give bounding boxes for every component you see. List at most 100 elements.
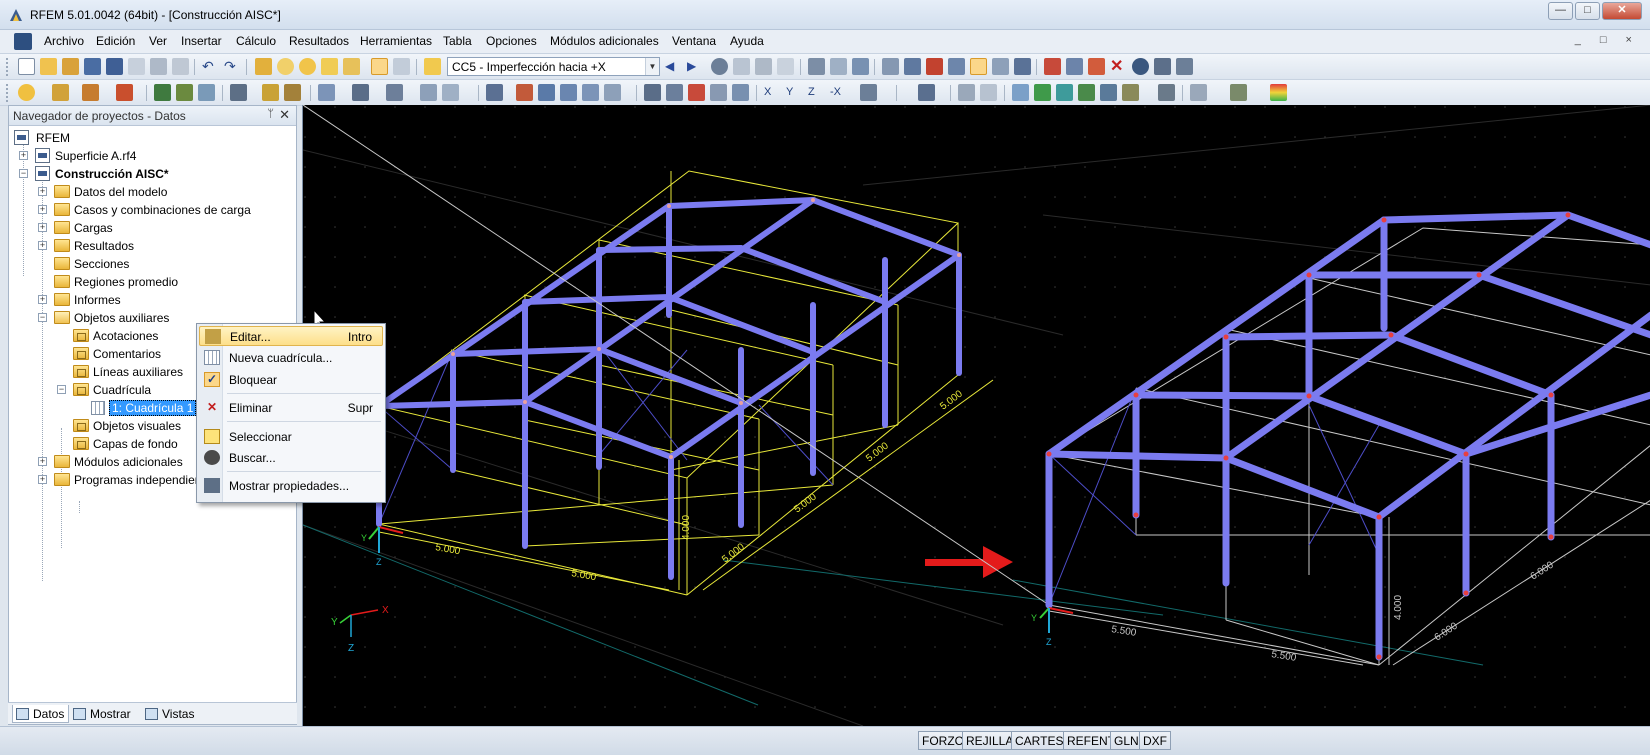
view-x-icon[interactable]: X	[764, 84, 781, 101]
view-y-icon[interactable]: Y	[786, 84, 803, 101]
menu-calculo[interactable]: Cálculo	[236, 34, 276, 48]
divide-icon[interactable]	[486, 84, 503, 101]
load-case-select[interactable]: CC5 - Imperfección hacia +X ▼	[447, 57, 660, 76]
comment-icon[interactable]	[980, 84, 997, 101]
view-search-icon[interactable]	[688, 84, 705, 101]
move-icon[interactable]	[948, 58, 965, 75]
results-icon[interactable]	[321, 58, 338, 75]
collapse-icon[interactable]: −	[38, 313, 47, 322]
grid-display-icon[interactable]	[882, 58, 899, 75]
box-3d-icon[interactable]	[1056, 84, 1073, 101]
mdi-window-controls[interactable]: _ □ ×	[1575, 34, 1640, 46]
load-line-icon[interactable]	[284, 84, 301, 101]
deformation-icon[interactable]	[733, 58, 750, 75]
show-results-icon[interactable]	[711, 58, 728, 75]
work-plane-icon[interactable]	[970, 58, 987, 75]
expand-icon[interactable]: +	[38, 475, 47, 484]
generate-icon[interactable]	[604, 84, 621, 101]
pan-icon[interactable]	[992, 58, 1009, 75]
view-custom-icon[interactable]	[860, 84, 877, 101]
previous-case-icon[interactable]: ◀	[665, 58, 682, 75]
open-file-icon[interactable]	[40, 58, 57, 75]
support-nodal-icon[interactable]	[154, 84, 171, 101]
document-menu-icon[interactable]	[14, 33, 32, 50]
line-icon[interactable]	[52, 84, 69, 101]
expand-icon[interactable]: +	[38, 187, 47, 196]
view-cube-icon[interactable]	[710, 84, 727, 101]
toolbar-grip[interactable]	[6, 84, 9, 102]
next-case-icon[interactable]: ▶	[687, 58, 704, 75]
chevron-down-icon[interactable]: ▼	[645, 58, 659, 75]
expand-icon[interactable]: +	[38, 241, 47, 250]
open-project-icon[interactable]	[62, 58, 79, 75]
save-all-icon[interactable]	[84, 58, 101, 75]
menu-ventana[interactable]: Ventana	[672, 34, 716, 48]
collapse-icon[interactable]: −	[57, 385, 66, 394]
view-z-icon[interactable]: Z	[808, 84, 825, 101]
menu-opciones[interactable]: Opciones	[486, 34, 537, 48]
maximize-button[interactable]: □	[1575, 2, 1600, 20]
graphics-viewport[interactable]: 5.000 5.000 4.000 5.000 5.000 5.000 5.00…	[302, 105, 1650, 726]
color-scale-icon[interactable]	[1270, 84, 1287, 101]
save-icon[interactable]	[106, 58, 123, 75]
pin-icon[interactable]: ᛘ	[267, 108, 274, 120]
list-icon[interactable]	[1190, 84, 1207, 101]
status-toggle-forzc[interactable]: FORZC	[918, 731, 968, 750]
report-icon[interactable]	[343, 58, 360, 75]
menu-herramientas[interactable]: Herramientas	[360, 34, 432, 48]
close-button[interactable]: ✕	[1602, 2, 1642, 20]
truss-icon[interactable]	[560, 84, 577, 101]
menu-ver[interactable]: Ver	[149, 34, 167, 48]
print-report-icon[interactable]	[128, 58, 145, 75]
values-icon[interactable]	[755, 58, 772, 75]
collapse-icon[interactable]: −	[19, 169, 28, 178]
render-icon[interactable]	[1132, 58, 1149, 75]
snap-icon[interactable]	[926, 58, 943, 75]
member-icon[interactable]	[82, 84, 99, 101]
support-icon[interactable]	[1044, 58, 1061, 75]
menu-item-editar[interactable]: Editar... Intro	[199, 326, 383, 346]
table-toggle-icon[interactable]	[393, 58, 410, 75]
nodes-green-icon[interactable]	[1078, 84, 1095, 101]
solid-icon[interactable]	[198, 84, 215, 101]
model-scene[interactable]: 5.000 5.000 4.000 5.000 5.000 5.000 5.00…	[303, 105, 1650, 726]
delete-icon[interactable]: ✕	[1110, 58, 1127, 75]
navigator-toggle-icon[interactable]	[371, 58, 388, 75]
graph-icon[interactable]	[852, 58, 869, 75]
line-green-icon[interactable]	[1100, 84, 1117, 101]
table-icon[interactable]	[1122, 84, 1139, 101]
dimension-icon[interactable]	[958, 84, 975, 101]
print-icon[interactable]	[150, 58, 167, 75]
menu-item-eliminar[interactable]: ✕ Eliminar Supr	[199, 398, 383, 418]
beam-icon[interactable]	[582, 84, 599, 101]
warning-icon[interactable]	[1088, 58, 1105, 75]
status-toggle-gln[interactable]: GLN	[1110, 731, 1143, 750]
brush-icon[interactable]	[1230, 84, 1247, 101]
zoom-window-icon[interactable]	[1014, 58, 1031, 75]
hinge-member-icon[interactable]	[176, 84, 193, 101]
cut-icon[interactable]	[352, 84, 369, 101]
new-file-icon[interactable]	[18, 58, 35, 75]
menu-item-seleccionar[interactable]: Seleccionar	[199, 427, 383, 447]
frame-icon[interactable]	[538, 84, 555, 101]
close-icon[interactable]: ✕	[279, 107, 290, 123]
status-toggle-dxf[interactable]: DXF	[1139, 731, 1171, 750]
menu-modulos[interactable]: Módulos adicionales	[550, 34, 659, 48]
undo-icon[interactable]: ↶	[202, 58, 219, 75]
visibility-icon[interactable]	[386, 84, 403, 101]
load-node-icon[interactable]	[230, 84, 247, 101]
minimize-button[interactable]: —	[1548, 2, 1573, 20]
expand-icon[interactable]: +	[38, 205, 47, 214]
section-icon[interactable]	[318, 84, 335, 101]
node-icon[interactable]	[18, 84, 35, 101]
menu-archivo[interactable]: Archivo	[44, 34, 84, 48]
plane-icon[interactable]	[1034, 84, 1051, 101]
connect-icon[interactable]	[516, 84, 533, 101]
grid-table-icon[interactable]	[1158, 84, 1175, 101]
settings-icon[interactable]	[1154, 58, 1171, 75]
load-member-icon[interactable]	[262, 84, 279, 101]
surface-icon[interactable]	[116, 84, 133, 101]
table-view-icon[interactable]	[830, 58, 847, 75]
print-preview-icon[interactable]	[172, 58, 189, 75]
guideline-icon[interactable]	[1012, 84, 1029, 101]
